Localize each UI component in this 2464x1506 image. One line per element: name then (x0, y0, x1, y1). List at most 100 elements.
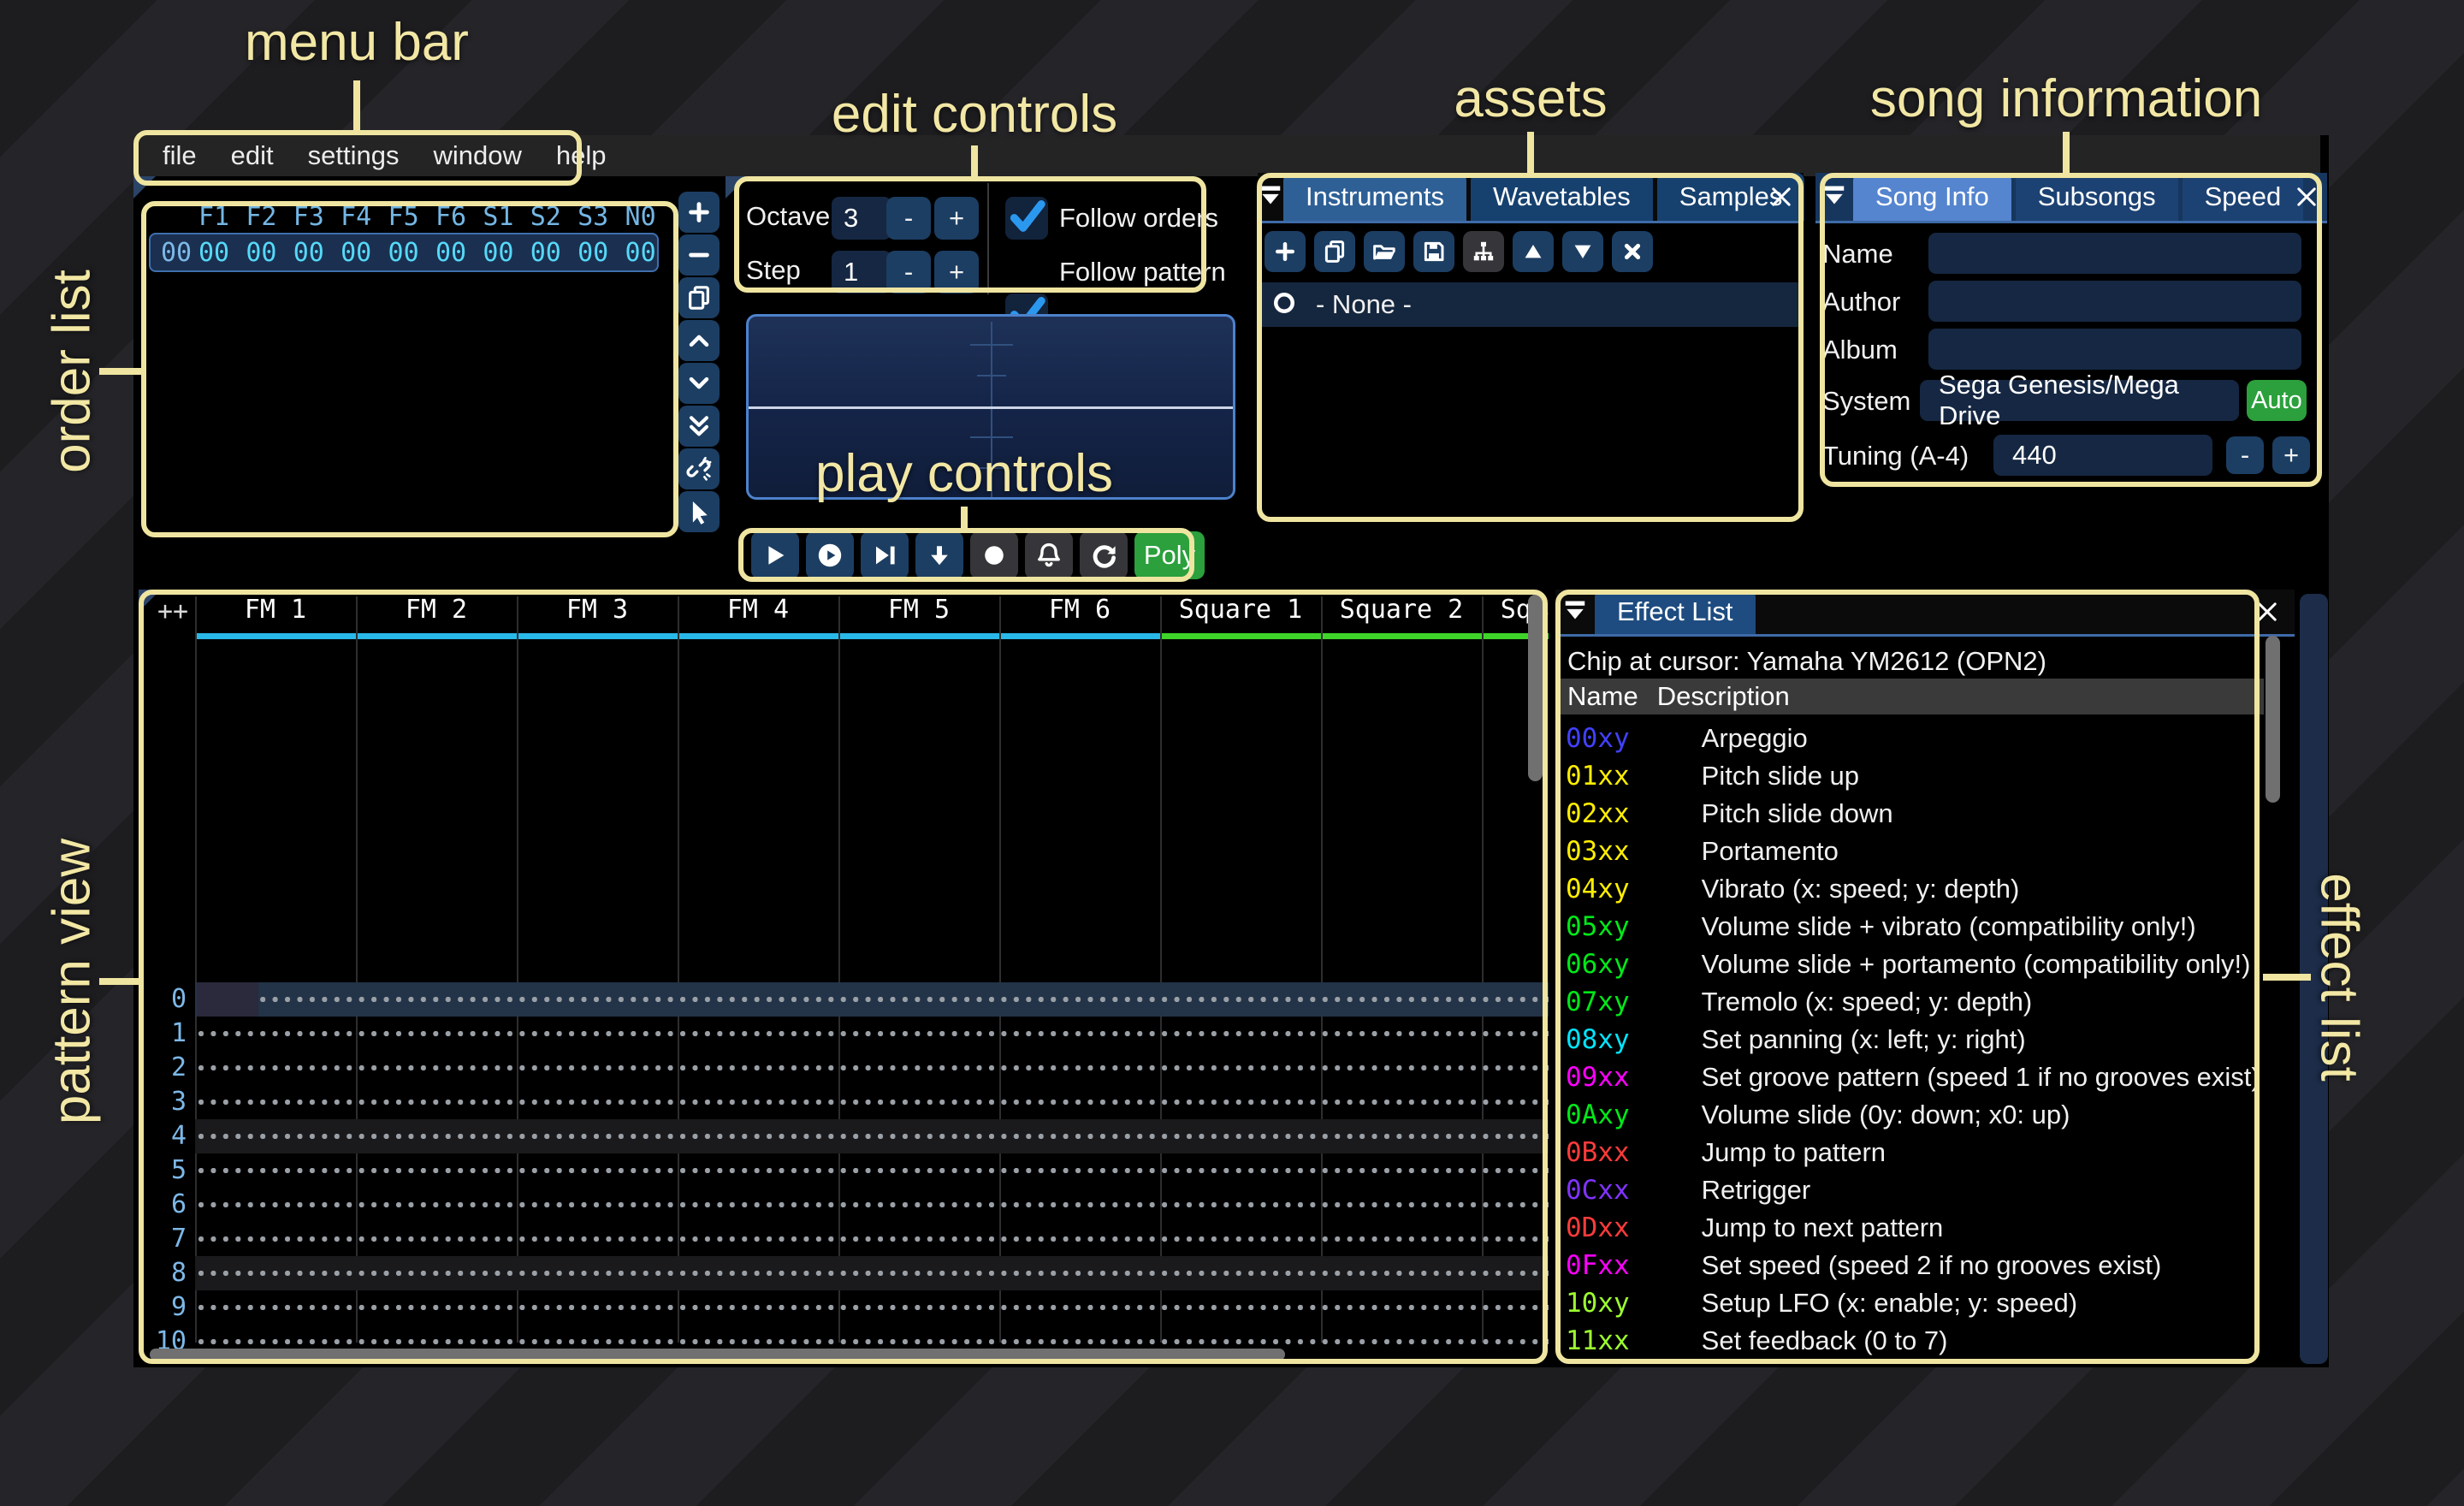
tab-instruments[interactable]: Instruments (1283, 173, 1466, 221)
collapse-icon[interactable] (1815, 173, 1853, 221)
collapse-icon[interactable] (1258, 173, 1283, 221)
assets-triangle-down-button[interactable] (1562, 231, 1603, 272)
order-row[interactable]: 00 00 00 00 00 00 00 00 00 00 00 (133, 231, 672, 272)
assets-folder-open-button[interactable] (1364, 231, 1405, 272)
order-cell[interactable]: 00 (615, 238, 666, 268)
order-cursor-button[interactable] (678, 491, 720, 532)
pattern-row[interactable] (195, 982, 1549, 1017)
order-cell[interactable]: 00 (330, 238, 382, 268)
order-cell[interactable]: 00 (425, 238, 477, 268)
order-minus-button[interactable] (678, 234, 720, 276)
pattern-row[interactable] (195, 1119, 1549, 1153)
order-chevron-down-button[interactable] (678, 363, 720, 404)
pattern-row[interactable] (195, 1290, 1549, 1325)
channel-header-square-1[interactable]: Square 1 (1160, 595, 1321, 625)
effect-row-02xx[interactable]: 02xx Pitch slide down (1555, 795, 2264, 833)
record-button[interactable] (970, 531, 1018, 579)
system-field[interactable]: Sega Genesis/Mega Drive (1920, 370, 2239, 430)
octave-minus-button[interactable]: - (886, 197, 931, 240)
close-icon[interactable] (1768, 183, 1795, 215)
order-cell[interactable]: 00 (472, 238, 524, 268)
step-plus-button[interactable]: + (934, 251, 979, 293)
tab-speed[interactable]: Speed (2182, 173, 2304, 221)
pattern-row[interactable] (195, 1017, 1549, 1051)
channel-header-fm-5[interactable]: FM 5 (838, 595, 999, 625)
follow-orders-checkbox[interactable] (1005, 197, 1048, 240)
order-plus-button[interactable] (678, 192, 720, 233)
effect-row-0Bxx[interactable]: 0Bxx Jump to pattern (1555, 1134, 2264, 1171)
octave-input[interactable]: 3 (832, 197, 891, 240)
pattern-row[interactable] (195, 1153, 1549, 1188)
step-minus-button[interactable]: - (886, 251, 931, 293)
play-circle-button[interactable] (806, 531, 854, 579)
assets-x-cross-button[interactable] (1612, 231, 1653, 272)
order-cell[interactable]: 00 (378, 238, 429, 268)
effect-row-06xy[interactable]: 06xy Volume slide + portamento (compatibi… (1555, 946, 2264, 983)
effect-row-0Cxx[interactable]: 0Cxx Retrigger (1555, 1171, 2264, 1209)
effect-row-05xy[interactable]: 05xy Volume slide + vibrato (compatibilit… (1555, 908, 2264, 946)
tuning-minus-button[interactable]: - (2226, 436, 2264, 474)
author-field[interactable] (1928, 281, 2301, 322)
octave-plus-button[interactable]: + (934, 197, 979, 240)
channel-header-fm-4[interactable]: FM 4 (678, 595, 838, 625)
effect-row-0Dxx[interactable]: 0Dxx Jump to next pattern (1555, 1209, 2264, 1247)
auto-button[interactable]: Auto (2247, 380, 2307, 421)
order-unlink-button[interactable] (678, 448, 720, 489)
pattern-row[interactable] (195, 1188, 1549, 1222)
assets-triangle-up-button[interactable] (1513, 231, 1554, 272)
pattern-row[interactable] (195, 1085, 1549, 1119)
pattern-row[interactable] (195, 1222, 1549, 1256)
bell-button[interactable] (1025, 531, 1073, 579)
name-field[interactable] (1928, 233, 2301, 274)
menu-item-window[interactable]: window (433, 140, 521, 171)
order-cell[interactable]: 00 (283, 238, 335, 268)
channel-header-fm-3[interactable]: FM 3 (517, 595, 678, 625)
pattern-row[interactable] (195, 1051, 1549, 1085)
order-cell[interactable]: 00 (235, 238, 287, 268)
effect-row-08xy[interactable]: 08xy Set panning (x: left; y: right) (1555, 1021, 2264, 1058)
close-icon[interactable] (2254, 598, 2281, 630)
channel-header-fm-2[interactable]: FM 2 (356, 595, 517, 625)
effect-row-10xy[interactable]: 10xy Setup LFO (x: enable; y: speed) (1555, 1284, 2264, 1322)
effect-row-01xx[interactable]: 01xx Pitch slide up (1555, 757, 2264, 795)
effect-row-0Axy[interactable]: 0Axy Volume slide (0y: down; x0: up) (1555, 1096, 2264, 1134)
menu-item-settings[interactable]: settings (308, 140, 400, 171)
close-icon[interactable] (2293, 183, 2320, 215)
menu-item-help[interactable]: help (556, 140, 607, 171)
channel-header-square-2[interactable]: Square 2 (1321, 595, 1482, 625)
effect-row-0Fxx[interactable]: 0Fxx Set speed (speed 2 if no grooves exi… (1555, 1247, 2264, 1284)
pattern-row[interactable] (195, 1256, 1549, 1290)
tab-subsongs[interactable]: Subsongs (2015, 173, 2178, 221)
asset-list-item-none[interactable]: - None - (1259, 282, 1800, 327)
tab-song-info[interactable]: Song Info (1853, 173, 2011, 221)
pattern-vertical-scrollbar[interactable] (1528, 595, 1543, 781)
repeat-button[interactable] (1080, 531, 1128, 579)
order-cell[interactable]: 00 (188, 238, 240, 268)
menu-item-edit[interactable]: edit (231, 140, 274, 171)
album-field[interactable] (1928, 329, 2301, 370)
pattern-horizontal-scrollbar[interactable] (150, 1349, 1285, 1361)
assets-plus-button[interactable] (1265, 231, 1306, 272)
pattern-corner-button[interactable]: ++ (157, 596, 188, 626)
effect-row-09xx[interactable]: 09xx Set groove pattern (speed 1 if no gr… (1555, 1058, 2264, 1096)
channel-header-fm-6[interactable]: FM 6 (999, 595, 1160, 625)
order-double-chevron-down-button[interactable] (678, 406, 720, 447)
assets-sitemap-button[interactable] (1463, 231, 1504, 272)
effect-row-11xx[interactable]: 11xx Set feedback (0 to 7) (1555, 1322, 2264, 1360)
pattern-cursor-cell[interactable] (197, 982, 258, 1017)
effect-row-03xx[interactable]: 03xx Portamento (1555, 833, 2264, 870)
channel-header-fm-1[interactable]: FM 1 (195, 595, 356, 625)
arrow-down-button[interactable] (915, 531, 963, 579)
tab-effect-list[interactable]: Effect List (1595, 590, 1756, 634)
effect-row-04xy[interactable]: 04xy Vibrato (x: speed; y: depth) (1555, 870, 2264, 908)
menu-item-file[interactable]: file (163, 140, 197, 171)
play-to-cursor-button[interactable] (861, 531, 909, 579)
effect-row-07xy[interactable]: 07xy Tremolo (x: speed; y: depth) (1555, 983, 2264, 1021)
play-button[interactable] (751, 531, 799, 579)
tuning-field[interactable]: 440 (1993, 435, 2212, 476)
assets-copy-button[interactable] (1314, 231, 1355, 272)
collapse-icon[interactable] (1555, 590, 1595, 634)
poly-button[interactable]: Poly (1134, 531, 1205, 579)
effect-list-scrollbar[interactable] (2266, 636, 2280, 803)
order-copy-button[interactable] (678, 277, 720, 318)
